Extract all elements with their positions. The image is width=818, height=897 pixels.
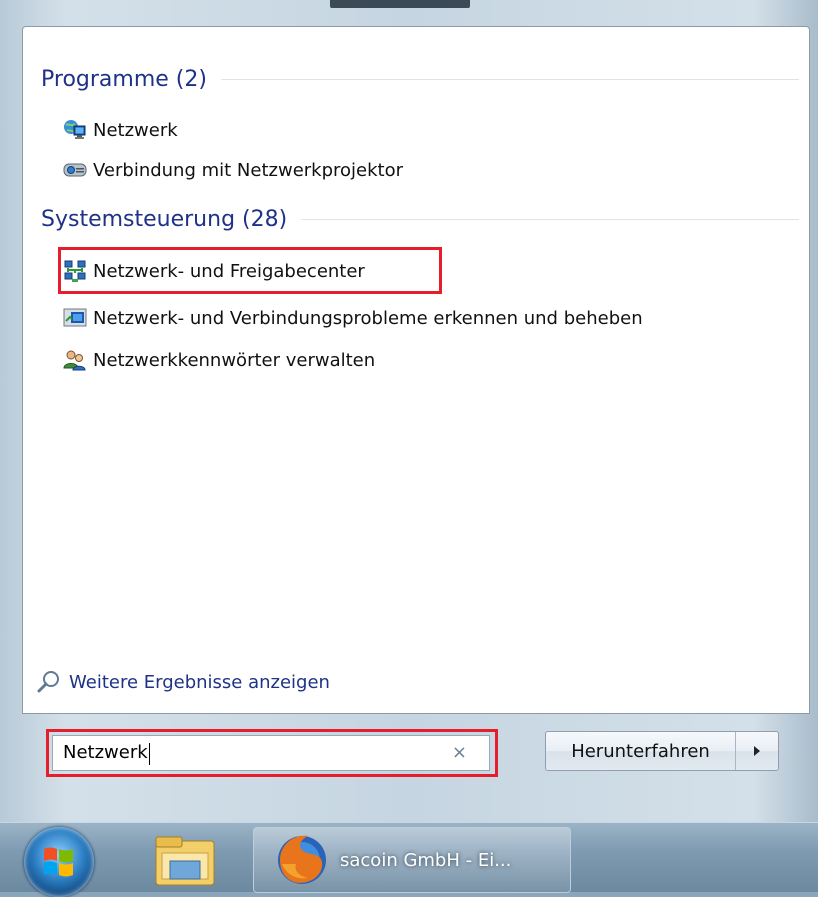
search-results-panel: Programme (2) Netzwerk Verbindung mit Ne… <box>22 26 810 714</box>
network-globe-icon <box>64 120 86 139</box>
control-panel-header-label: Systemsteuerung (28) <box>41 206 288 232</box>
result-item-label: Netzwerk <box>93 119 178 141</box>
network-sharing-center-icon <box>64 260 86 282</box>
section-divider <box>301 218 799 220</box>
result-item-netzwerkkennwoerter[interactable]: Netzwerkkennwörter verwalten <box>63 345 375 375</box>
triangle-right-icon <box>754 746 760 756</box>
section-divider <box>220 78 799 80</box>
windows-orb-icon <box>44 847 73 877</box>
taskbar-window-firefox[interactable]: sacoin GmbH - Ei... <box>253 827 571 893</box>
more-results-link[interactable]: Weitere Ergebnisse anzeigen <box>37 667 330 697</box>
windows-explorer-icon[interactable] <box>150 831 224 891</box>
control-panel-section-header: Systemsteuerung (28) <box>41 205 799 233</box>
result-item-label: Netzwerk- und Verbindungsprobleme erkenn… <box>93 307 643 329</box>
result-item-netzwerkprojektor[interactable]: Verbindung mit Netzwerkprojektor <box>63 155 403 185</box>
shutdown-button-group: Herunterfahren <box>545 731 779 771</box>
result-item-label: Netzwerk- und Freigabecenter <box>93 260 365 282</box>
credentials-icon <box>63 350 86 371</box>
taskbar-window-label: sacoin GmbH - Ei... <box>340 849 512 871</box>
magnifier-icon <box>37 671 59 693</box>
more-results-label: Weitere Ergebnisse anzeigen <box>69 671 330 693</box>
shutdown-button[interactable]: Herunterfahren <box>546 732 736 770</box>
start-menu-top-edge <box>330 0 470 8</box>
result-item-netzwerk[interactable]: Netzwerk <box>63 115 178 145</box>
highlight-box <box>46 729 498 777</box>
result-item-freigabecenter[interactable]: Netzwerk- und Freigabecenter <box>63 256 365 286</box>
taskbar: sacoin GmbH - Ei... <box>0 822 818 897</box>
result-item-label: Verbindung mit Netzwerkprojektor <box>93 159 404 181</box>
result-item-label: Netzwerkkennwörter verwalten <box>93 349 376 371</box>
result-item-verbindungsprobleme[interactable]: Netzwerk- und Verbindungsprobleme erkenn… <box>63 303 643 333</box>
start-menu: Programme (2) Netzwerk Verbindung mit Ne… <box>0 0 818 822</box>
firefox-icon <box>278 835 326 884</box>
shutdown-options-button[interactable] <box>736 732 778 770</box>
troubleshoot-icon <box>63 308 87 327</box>
start-button[interactable] <box>24 827 94 897</box>
shutdown-button-label: Herunterfahren <box>571 740 710 762</box>
programs-header-label: Programme (2) <box>41 66 207 92</box>
programs-section-header: Programme (2) <box>41 65 799 93</box>
projector-icon <box>63 163 87 177</box>
